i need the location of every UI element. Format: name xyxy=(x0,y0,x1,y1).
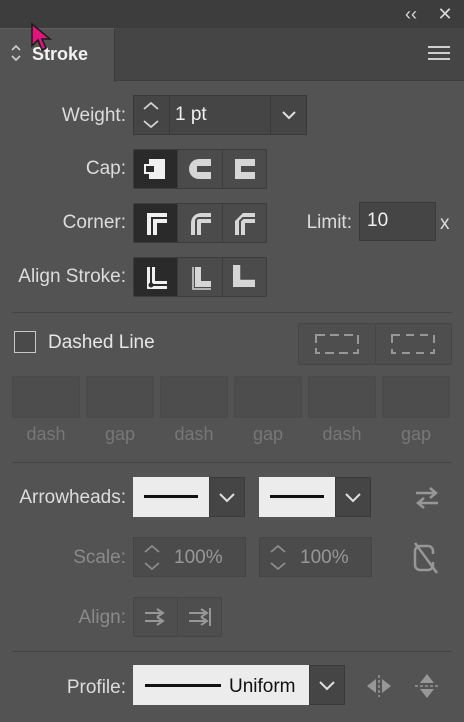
corner-button-group xyxy=(133,203,267,243)
align-outside-button[interactable] xyxy=(223,258,266,296)
dash-label-3: dash xyxy=(322,424,362,444)
limit-unit: x xyxy=(440,213,450,234)
arrow-align-label: Align: xyxy=(78,607,126,628)
dash-label-2: dash xyxy=(174,424,214,444)
divider xyxy=(12,651,452,652)
dash-field-1[interactable] xyxy=(12,376,80,418)
projecting-cap-button[interactable] xyxy=(223,150,266,188)
flip-horizontal-icon[interactable] xyxy=(364,673,394,699)
butt-cap-icon xyxy=(143,159,165,179)
dash-field-2[interactable] xyxy=(160,376,228,418)
align-inside-icon xyxy=(192,267,211,290)
swap-arrows-icon[interactable] xyxy=(412,484,442,512)
line-icon xyxy=(144,495,198,498)
place-arrow-at-end-button[interactable] xyxy=(178,598,221,636)
line-icon xyxy=(270,495,324,498)
cap-button-group xyxy=(133,149,267,189)
dash-label-1: dash xyxy=(26,424,66,444)
hamburger-icon[interactable] xyxy=(428,46,450,62)
corner-label: Corner: xyxy=(62,212,126,233)
stepper-icon[interactable] xyxy=(260,538,296,576)
butt-cap-button[interactable] xyxy=(134,150,179,188)
collapse-panel-button[interactable]: ‹‹ xyxy=(400,4,422,24)
dash-exact-icon xyxy=(314,334,359,354)
round-join-button[interactable] xyxy=(178,204,223,242)
close-panel-button[interactable]: ✕ xyxy=(434,4,456,24)
gap-field-3[interactable] xyxy=(382,376,450,418)
flip-vertical-icon[interactable] xyxy=(413,670,441,702)
chevron-down-icon xyxy=(282,111,296,120)
round-join-icon xyxy=(190,213,211,235)
profile-value: Uniform xyxy=(229,676,296,697)
dashed-line-label: Dashed Line xyxy=(48,332,155,353)
chevron-down-icon xyxy=(319,681,335,691)
start-scale-field: 100% xyxy=(133,537,246,577)
round-cap-button[interactable] xyxy=(178,150,223,188)
arrow-align-group xyxy=(133,597,222,637)
profile-dropdown[interactable] xyxy=(309,665,345,705)
extend-arrow-tip-button[interactable] xyxy=(134,598,178,636)
start-scale-input[interactable]: 100% xyxy=(174,547,223,569)
updown-icon[interactable] xyxy=(10,44,22,62)
dash-alignment-group xyxy=(298,323,452,365)
end-scale-input[interactable]: 100% xyxy=(300,547,349,569)
align-center-icon xyxy=(146,267,167,289)
align-inside-button[interactable] xyxy=(178,258,223,296)
weight-input[interactable]: 1 pt xyxy=(175,104,207,126)
profile-select[interactable]: Uniform xyxy=(133,665,309,705)
gap-label-1: gap xyxy=(104,424,136,444)
projecting-cap-icon xyxy=(235,159,256,179)
arrow-place-icon xyxy=(188,608,211,626)
line-icon xyxy=(145,684,221,687)
scale-label: Scale: xyxy=(73,547,126,568)
start-arrowhead-dropdown[interactable] xyxy=(209,477,245,517)
gap-field-1[interactable] xyxy=(86,376,154,418)
arrowheads-label: Arrowheads: xyxy=(19,487,126,508)
gap-label-2: gap xyxy=(252,424,284,444)
unlink-icon[interactable] xyxy=(410,540,442,576)
arrow-extend-icon xyxy=(144,608,165,626)
round-cap-icon xyxy=(188,159,211,179)
gap-label-3: gap xyxy=(400,424,432,444)
start-arrowhead-select[interactable] xyxy=(133,477,209,517)
gap-field-2[interactable] xyxy=(234,376,302,418)
limit-input[interactable]: 10 xyxy=(367,210,388,232)
weight-dropdown-button[interactable] xyxy=(270,95,308,135)
align-stroke-button-group xyxy=(133,257,267,297)
cap-label: Cap: xyxy=(85,158,126,179)
weight-stepper[interactable] xyxy=(133,95,170,135)
end-scale-field: 100% xyxy=(259,537,372,577)
weight-label: Weight: xyxy=(61,105,126,126)
chevron-down-icon xyxy=(345,493,361,503)
align-center-button[interactable] xyxy=(134,258,179,296)
divider xyxy=(12,312,452,313)
mouse-cursor-icon xyxy=(31,22,52,52)
dashed-line-checkbox[interactable] xyxy=(14,331,36,353)
preserve-dash-button[interactable] xyxy=(299,324,376,364)
align-stroke-label: Align Stroke: xyxy=(18,266,126,287)
dash-field-3[interactable] xyxy=(308,376,376,418)
bevel-join-button[interactable] xyxy=(223,204,266,242)
align-dash-corners-button[interactable] xyxy=(376,324,452,364)
end-arrowhead-dropdown[interactable] xyxy=(335,477,371,517)
miter-join-button[interactable] xyxy=(134,204,179,242)
limit-label: Limit: xyxy=(306,212,352,233)
chevron-down-icon xyxy=(219,493,235,503)
divider xyxy=(12,462,452,463)
profile-label: Profile: xyxy=(66,677,126,698)
miter-join-icon xyxy=(146,213,167,235)
dash-corners-icon xyxy=(391,334,436,354)
align-outside-icon xyxy=(233,265,256,287)
bevel-join-icon xyxy=(235,213,256,235)
stepper-icon[interactable] xyxy=(134,538,170,576)
panel-title-strip xyxy=(0,0,464,28)
end-arrowhead-select[interactable] xyxy=(259,477,335,517)
